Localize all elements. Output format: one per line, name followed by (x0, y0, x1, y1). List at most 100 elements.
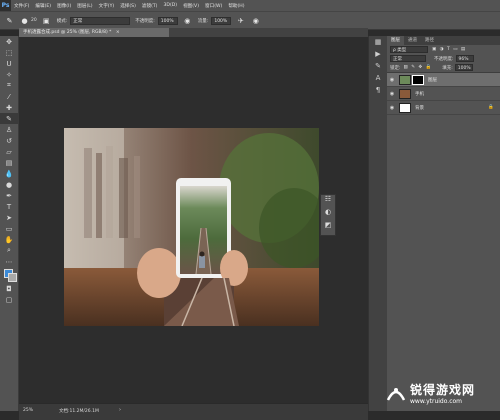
layer-filter-select[interactable]: ρ 类型 (390, 46, 428, 53)
brush-preset-icon[interactable]: ● (19, 15, 30, 26)
tab-paths[interactable]: 路径 (421, 36, 438, 45)
eraser-tool-icon[interactable]: ▱ (0, 146, 18, 157)
layer-filter-row: ρ 类型 ▣ ◑ T ▭ ▤ (387, 45, 500, 54)
layer-thumbnail (399, 102, 411, 113)
lasso-tool-icon[interactable]: ᑌ (0, 58, 18, 69)
watermark-text: 锐得游戏网 (410, 383, 476, 397)
layer-thumbnail (399, 88, 411, 99)
flow-input[interactable]: 100% (211, 16, 232, 25)
path-select-tool-icon[interactable]: ➤ (0, 212, 18, 223)
layer-name[interactable]: 背景 (415, 105, 424, 111)
layer-row-background[interactable]: ◉ 背景 🔒 (387, 101, 500, 115)
lock-label: 锁定: (390, 65, 401, 71)
blend-mode-select[interactable]: 正常 (390, 55, 426, 62)
properties-icon[interactable]: ◐ (321, 208, 335, 221)
panel-tabs: 图层 通道 路径 (387, 36, 500, 45)
layer-name[interactable]: 图层 (428, 77, 437, 83)
layer-thumbnail (399, 74, 411, 85)
document-tab[interactable]: 手机透露合成.psd @ 25% (图层, RGB/8) * × (19, 28, 169, 37)
fill-input[interactable]: 100% (454, 64, 473, 71)
tab-channels[interactable]: 通道 (404, 36, 421, 45)
menu-view[interactable]: 视图(V) (180, 3, 202, 9)
move-tool-icon[interactable]: ✥ (0, 36, 18, 47)
layers-panel: 图层 通道 路径 ρ 类型 ▣ ◑ T ▭ ▤ 正常 不透明度: 96% 锁定:… (387, 36, 500, 411)
dodge-tool-icon[interactable]: ● (0, 179, 18, 190)
healing-tool-icon[interactable]: ✚ (0, 102, 18, 113)
zoom-tool-icon[interactable]: ⌕ (0, 245, 18, 256)
brush-presets-icon[interactable]: ✎ (369, 60, 387, 72)
brush-tool-active-icon[interactable]: ✎ (0, 113, 18, 124)
styles-icon[interactable]: ◩ (321, 221, 335, 234)
type-tool-icon[interactable]: T (0, 201, 18, 212)
fill-label: 填充: (442, 65, 453, 71)
menu-select[interactable]: 选择(S) (117, 3, 139, 9)
brush-tool-icon[interactable]: ✎ (4, 15, 15, 26)
paragraph-panel-icon[interactable]: ¶ (369, 84, 387, 96)
visibility-eye-icon[interactable]: ◉ (387, 77, 397, 83)
document-image[interactable] (64, 128, 319, 326)
watermark: 锐得游戏网 www.ytruido.com (385, 378, 500, 408)
history-brush-tool-icon[interactable]: ↺ (0, 135, 18, 146)
pressure-size-icon[interactable]: ◉ (250, 15, 261, 26)
screen-mode-icon[interactable]: ▢ (0, 294, 18, 305)
photoshop-logo: Ps (0, 0, 11, 11)
more-tools-icon[interactable]: ⋯ (0, 256, 18, 267)
blur-tool-icon[interactable]: 💧 (0, 168, 18, 179)
menu-edit[interactable]: 编辑(E) (32, 3, 54, 9)
layer-row-photo[interactable]: ◉ 图层 (387, 73, 500, 87)
lock-icons[interactable]: ▨ ✎ ✥ 🔒 (404, 65, 433, 70)
composite-photo (64, 128, 319, 326)
history-panel-icon[interactable]: ▦ (369, 36, 387, 48)
menu-image[interactable]: 图像(I) (54, 3, 74, 9)
layer-opacity-input[interactable]: 96% (455, 55, 474, 62)
watermark-logo-icon (386, 388, 406, 401)
airbrush-icon[interactable]: ✈ (235, 15, 246, 26)
menu-file[interactable]: 文件(F) (11, 3, 32, 9)
zoom-readout[interactable]: 25% (23, 408, 33, 413)
menu-type[interactable]: 文字(Y) (96, 3, 118, 9)
opacity-input[interactable]: 100% (157, 16, 178, 25)
quick-select-tool-icon[interactable]: ✧ (0, 69, 18, 80)
visibility-eye-icon[interactable]: ◉ (387, 105, 397, 111)
marquee-tool-icon[interactable]: ⬚ (0, 47, 18, 58)
character-panel-icon[interactable]: A (369, 72, 387, 84)
brush-size-value[interactable]: 20 (31, 18, 37, 23)
document-size-readout: 文档:11.2M/26.1M (59, 409, 99, 414)
mode-select[interactable]: 正常 (70, 16, 131, 25)
tools-panel: ✥ ⬚ ᑌ ✧ ⌗ ⁄ ✚ ✎ ♙ ↺ ▱ ▤ 💧 ● ✒ T ➤ ▭ ✋ ⌕ … (0, 36, 19, 411)
menu-layer[interactable]: 图层(L) (74, 3, 95, 9)
menu-help[interactable]: 帮助(H) (225, 3, 247, 9)
blend-row: 正常 不透明度: 96% (387, 54, 500, 63)
close-tab-icon[interactable]: × (116, 30, 120, 35)
menu-3d[interactable]: 3D(D) (160, 3, 180, 8)
shape-tool-icon[interactable]: ▭ (0, 223, 18, 234)
background-color-swatch[interactable] (8, 273, 17, 282)
pressure-opacity-icon[interactable]: ◉ (182, 15, 193, 26)
actions-panel-icon[interactable]: ▶ (369, 48, 387, 60)
filter-icons[interactable]: ▣ ◑ T ▭ ▤ (432, 47, 466, 52)
brush-panel-icon[interactable]: ▣ (41, 15, 52, 26)
layer-mask-thumbnail[interactable] (412, 74, 424, 85)
layer-name[interactable]: 手机 (415, 91, 424, 97)
color-swatches[interactable] (0, 267, 18, 283)
menu-bar: Ps 文件(F) 编辑(E) 图像(I) 图层(L) 文字(Y) 选择(S) 滤… (0, 0, 500, 11)
menu-filter[interactable]: 滤镜(T) (139, 3, 161, 9)
collapsed-panels-strip: ▦ ▶ ✎ A ¶ (368, 36, 387, 411)
crop-tool-icon[interactable]: ⌗ (0, 80, 18, 91)
tab-layers[interactable]: 图层 (387, 36, 404, 45)
layer-row-phone[interactable]: ◉ 手机 (387, 87, 500, 101)
visibility-eye-icon[interactable]: ◉ (387, 91, 397, 97)
menu-window[interactable]: 窗口(W) (202, 3, 225, 9)
status-bar: 25% 文档:11.2M/26.1M › (19, 403, 368, 420)
hand-tool-icon[interactable]: ✋ (0, 234, 18, 245)
status-arrow-icon[interactable]: › (119, 407, 121, 413)
pen-tool-icon[interactable]: ✒ (0, 190, 18, 201)
clone-stamp-tool-icon[interactable]: ♙ (0, 124, 18, 135)
adjustments-icon[interactable]: ☷ (321, 195, 335, 208)
document-tab-title: 手机透露合成.psd @ 25% (图层, RGB/8) * (23, 30, 112, 35)
quick-mask-icon[interactable]: ◘ (0, 283, 18, 294)
eyedropper-tool-icon[interactable]: ⁄ (0, 91, 18, 102)
lock-row: 锁定: ▨ ✎ ✥ 🔒 填充: 100% (387, 63, 500, 73)
flow-label: 流量: (197, 18, 209, 24)
gradient-tool-icon[interactable]: ▤ (0, 157, 18, 168)
